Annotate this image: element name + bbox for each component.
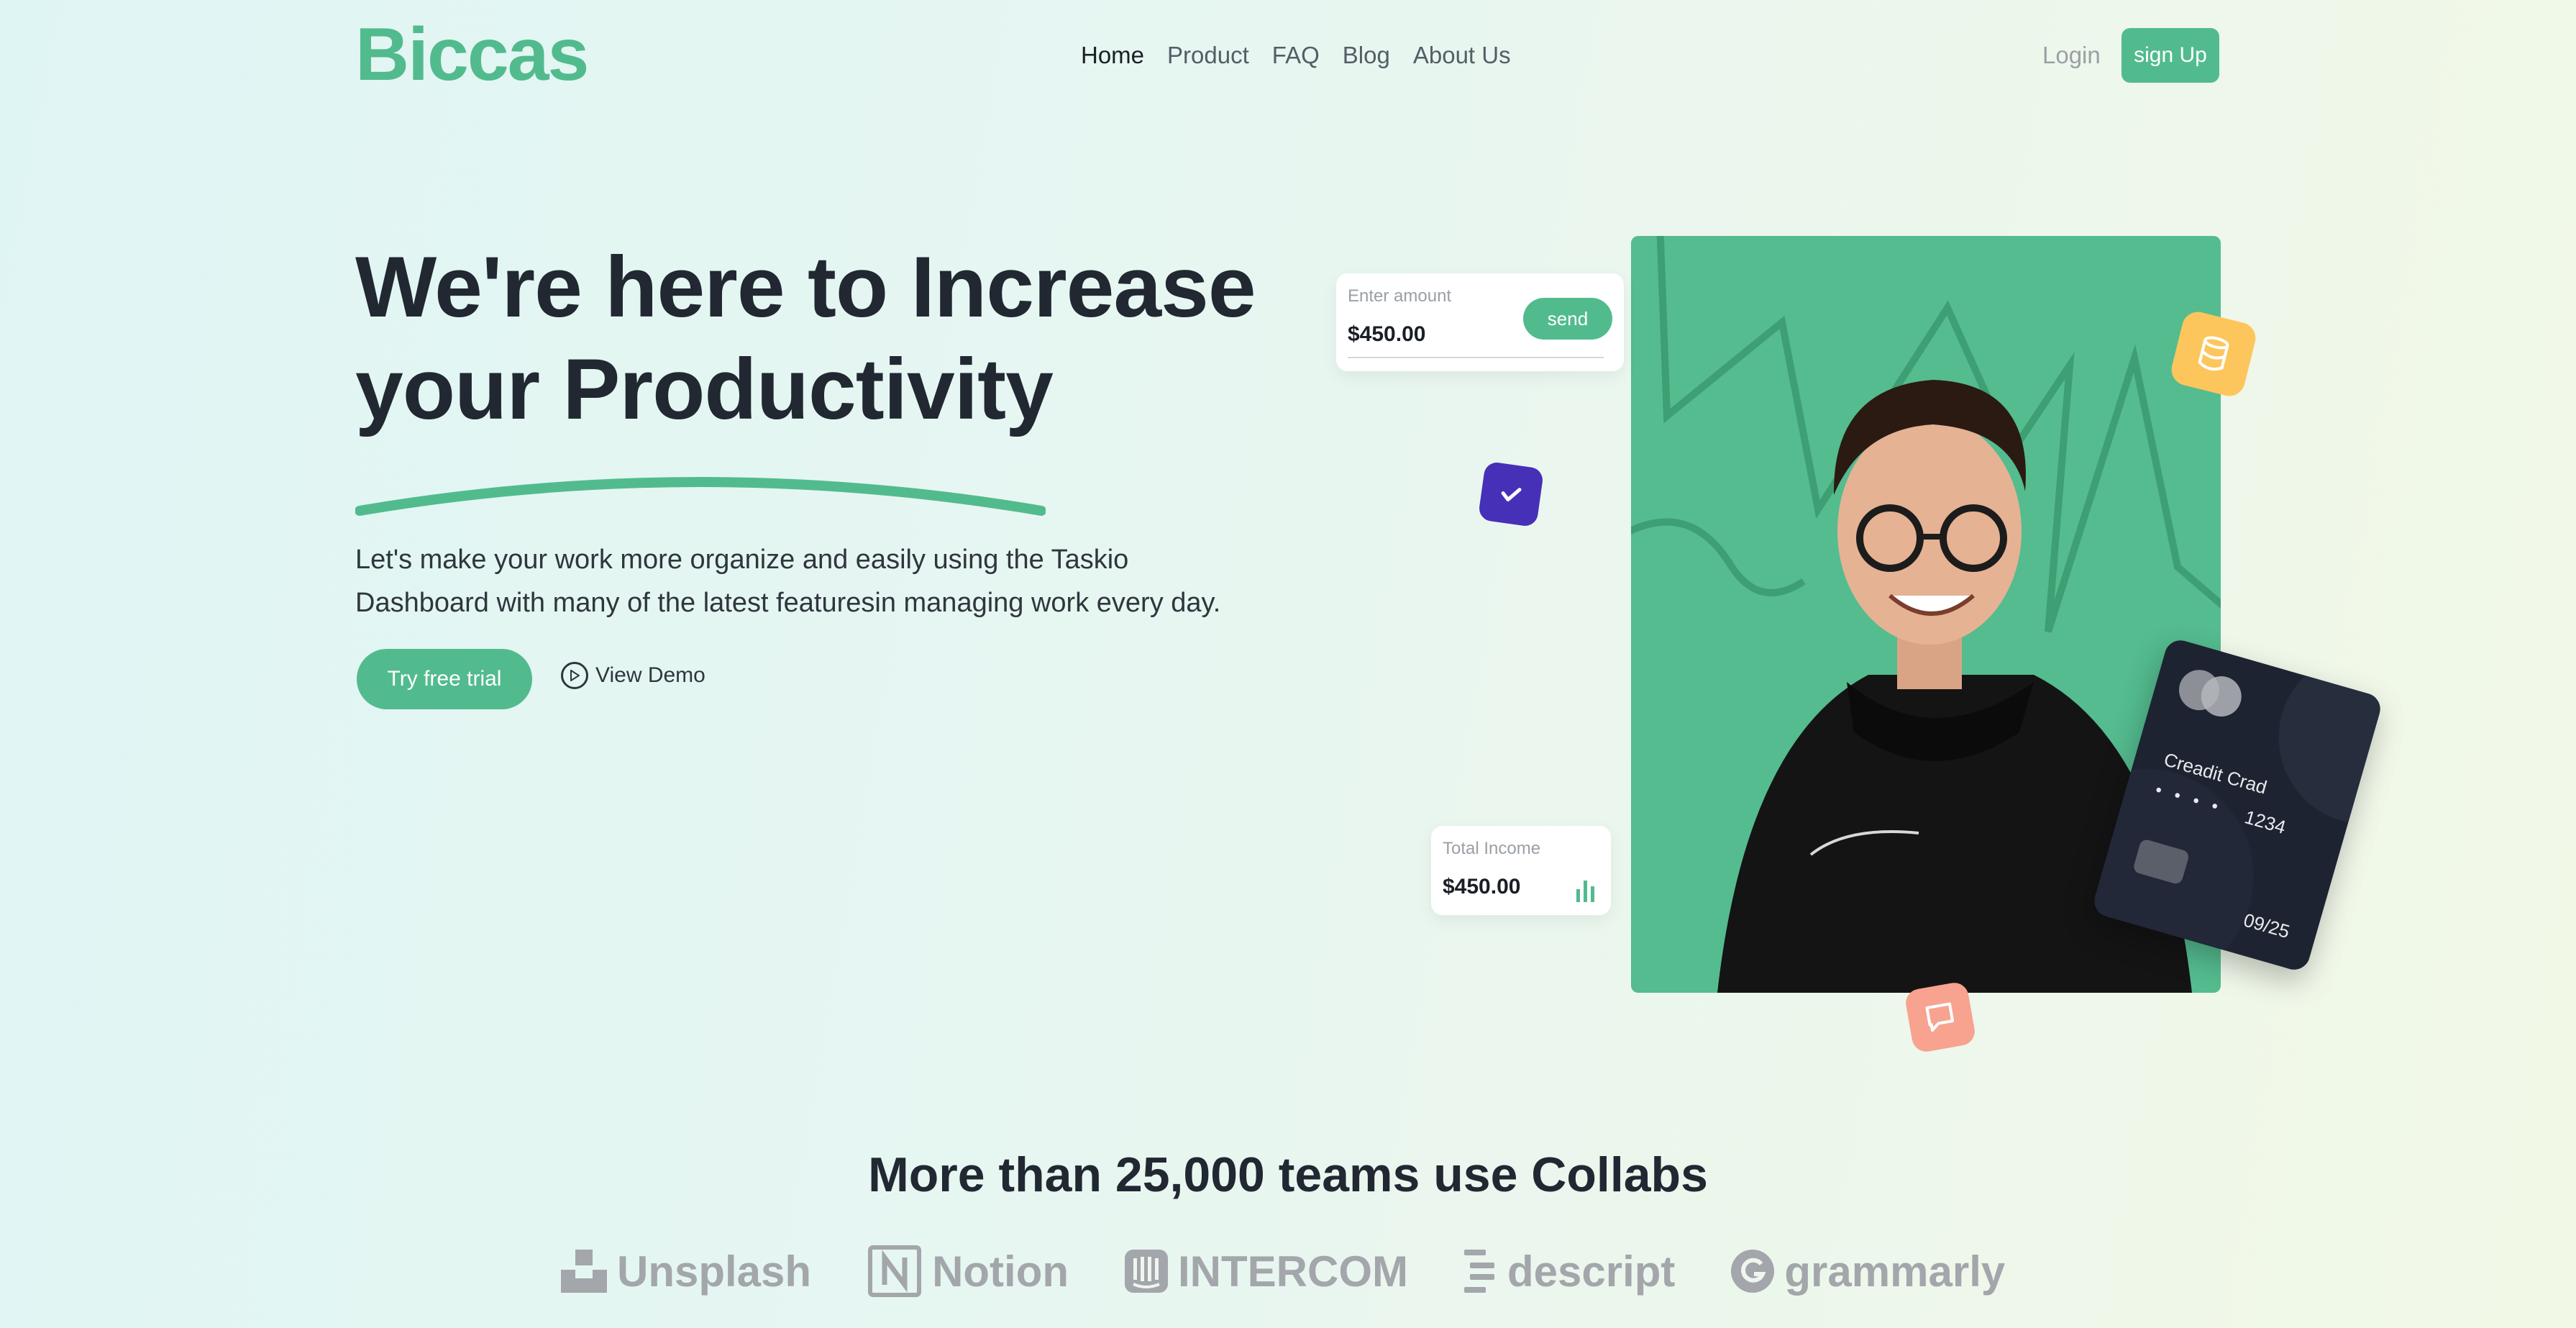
total-income-value: $450.00 <box>1443 875 1521 899</box>
play-icon <box>561 662 588 689</box>
teams-heading: More than 25,000 teams use Collabs <box>868 1147 1708 1202</box>
try-free-trial-button[interactable]: Try free trial <box>357 649 532 709</box>
grammarly-logo: grammarly <box>1731 1247 2005 1296</box>
nav-home[interactable]: Home <box>1081 36 1144 75</box>
database-icon <box>2198 336 2229 371</box>
descript-icon <box>1463 1250 1494 1293</box>
notion-logo: Notion <box>867 1245 1069 1298</box>
check-badge <box>1477 460 1545 528</box>
signup-button[interactable]: sign Up <box>2121 28 2219 83</box>
main-nav: Home Product FAQ Blog About Us <box>1081 36 1511 75</box>
total-income-label: Total Income <box>1443 839 1541 858</box>
grammarly-icon <box>1731 1250 1775 1293</box>
nav-blog[interactable]: Blog <box>1343 36 1390 75</box>
chat-icon <box>1925 1002 1955 1032</box>
send-amount-card: Enter amount $450.00 send <box>1336 273 1624 371</box>
notion-icon <box>868 1245 922 1297</box>
bar-chart-icon <box>1576 881 1594 902</box>
hero-description-line-1: Let's make your work more organize and e… <box>355 545 1129 575</box>
partner-logos: Unsplash Notion INTERCOM descript gramma… <box>561 1245 2005 1298</box>
hero-title: We're here to Increase your Productivity <box>355 236 1290 440</box>
descript-logo: descript <box>1463 1247 1676 1296</box>
send-amount-input[interactable]: $450.00 <box>1348 322 1425 347</box>
hero-description-line-2: Dashboard with many of the latest featur… <box>355 588 1221 618</box>
send-amount-label: Enter amount <box>1348 286 1452 306</box>
nav-about-us[interactable]: About Us <box>1413 36 1511 75</box>
brand-logo[interactable]: Biccas <box>355 10 589 100</box>
title-underline <box>355 477 1046 516</box>
chat-badge <box>1904 981 1977 1054</box>
hero-description: Let's make your work more organize and e… <box>355 538 1290 624</box>
check-icon <box>1501 488 1522 502</box>
total-income-card: Total Income $450.00 <box>1431 826 1611 915</box>
hero-title-line-1: We're here to Increase <box>355 239 1256 335</box>
intercom-icon <box>1125 1250 1168 1293</box>
hero-title-line-2: your Productivity <box>355 341 1054 437</box>
login-link[interactable]: Login <box>2042 36 2101 75</box>
nav-product[interactable]: Product <box>1167 36 1249 75</box>
unsplash-icon <box>561 1250 607 1293</box>
intercom-logo: INTERCOM <box>1125 1247 1408 1296</box>
unsplash-logo: Unsplash <box>561 1247 811 1296</box>
view-demo-label: View Demo <box>595 663 705 687</box>
view-demo-link[interactable]: View Demo <box>561 662 705 689</box>
nav-faq[interactable]: FAQ <box>1272 36 1320 75</box>
notion-label: Notion <box>932 1247 1069 1296</box>
grammarly-label: grammarly <box>1784 1247 2006 1296</box>
unsplash-label: Unsplash <box>617 1247 812 1296</box>
send-button[interactable]: send <box>1523 298 1612 340</box>
intercom-label: INTERCOM <box>1178 1247 1408 1296</box>
send-amount-underline <box>1348 357 1604 358</box>
descript-label: descript <box>1507 1247 1676 1296</box>
